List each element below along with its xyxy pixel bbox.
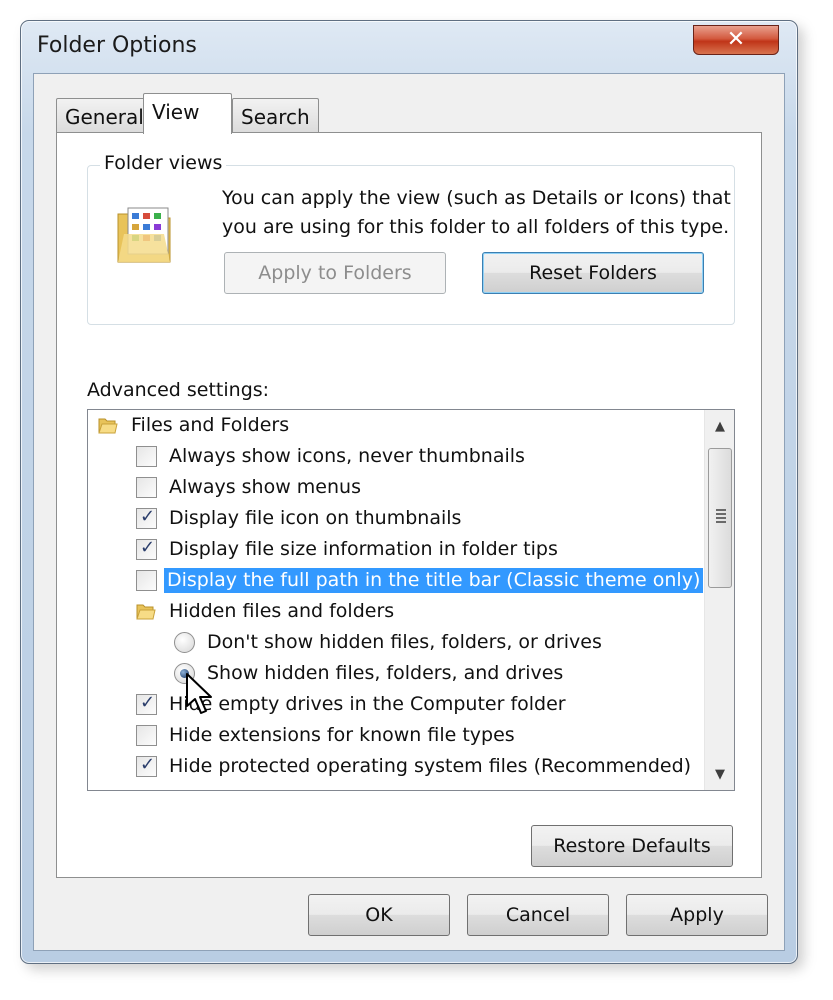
list-item[interactable]: Always show icons, never thumbnails xyxy=(88,441,700,472)
list-item-label: Hide extensions for known file types xyxy=(169,724,515,746)
list-item-label: Don't show hidden files, folders, or dri… xyxy=(207,631,602,653)
tab-view[interactable]: View xyxy=(143,93,232,134)
vertical-scrollbar[interactable]: ▲ ▼ xyxy=(704,410,734,790)
apply-button[interactable]: Apply xyxy=(626,894,768,936)
checkbox-checked[interactable]: ✓ xyxy=(136,754,157,777)
close-icon: ✕ xyxy=(726,27,746,52)
list-item[interactable]: ✓ Hide empty drives in the Computer fold… xyxy=(88,689,700,720)
list-item[interactable]: Don't show hidden files, folders, or dri… xyxy=(88,627,700,658)
list-item-label: Always show icons, never thumbnails xyxy=(169,445,525,467)
list-item-label: Show hidden files, folders, and drives xyxy=(207,662,564,684)
grip-icon xyxy=(716,509,726,525)
list-item[interactable]: Hide extensions for known file types xyxy=(88,720,700,751)
folder-views-group: Folder views You can apply the view (suc… xyxy=(87,152,735,325)
list-item-label: Hide protected operating system files (R… xyxy=(169,755,692,777)
checkmark-icon: ✓ xyxy=(140,537,156,558)
tree-node-label: Files and Folders xyxy=(131,414,290,436)
checkbox[interactable] xyxy=(136,446,157,467)
checkmark-icon: ✓ xyxy=(140,692,156,713)
radio-button[interactable] xyxy=(174,632,195,653)
cancel-button[interactable]: Cancel xyxy=(467,894,609,936)
checkbox[interactable] xyxy=(136,477,157,498)
tree-node-label: Hidden files and folders xyxy=(169,600,395,622)
tab-search[interactable]: Search xyxy=(232,98,319,132)
checkmark-icon: ✓ xyxy=(140,754,156,775)
advanced-settings-list[interactable]: Files and Folders Always show icons, nev… xyxy=(87,409,735,791)
ok-button[interactable]: OK xyxy=(308,894,450,936)
checkmark-icon: ✓ xyxy=(140,506,156,527)
folder-view-icon xyxy=(117,207,171,263)
reset-folders-button[interactable]: Reset Folders xyxy=(482,252,704,294)
list-item-selected[interactable]: Display the full path in the title bar (… xyxy=(88,565,704,596)
window-title: Folder Options xyxy=(37,33,197,58)
scroll-down-icon[interactable]: ▼ xyxy=(705,760,734,790)
checkbox[interactable] xyxy=(136,570,157,591)
folder-icon xyxy=(98,418,118,434)
folder-icon xyxy=(136,604,156,620)
restore-defaults-button[interactable]: Restore Defaults xyxy=(531,825,733,867)
tree-node-files-and-folders[interactable]: Files and Folders xyxy=(88,410,700,441)
apply-to-folders-button[interactable]: Apply to Folders xyxy=(224,252,446,294)
folder-options-window: Folder Options ✕ General View Search Fol… xyxy=(20,20,798,964)
dialog-client-area: General View Search Folder views You can… xyxy=(33,73,785,951)
list-item-label: Display file icon on thumbnails xyxy=(169,507,462,529)
folder-views-description: You can apply the view (such as Details … xyxy=(222,187,731,238)
folder-views-legend: Folder views xyxy=(100,152,227,174)
checkbox-checked[interactable]: ✓ xyxy=(136,506,157,529)
list-item-label: Display the full path in the title bar (… xyxy=(164,568,704,593)
checkbox-checked[interactable]: ✓ xyxy=(136,537,157,560)
tab-general[interactable]: General xyxy=(56,98,153,132)
advanced-settings-label: Advanced settings: xyxy=(87,379,270,401)
checkbox-checked[interactable]: ✓ xyxy=(136,692,157,715)
tree-node-hidden-files[interactable]: Hidden files and folders xyxy=(88,596,700,627)
list-item-label: Hide empty drives in the Computer folder xyxy=(169,693,566,715)
list-item[interactable]: Show hidden files, folders, and drives xyxy=(88,658,700,689)
list-item[interactable]: ✓ Display file icon on thumbnails xyxy=(88,503,700,534)
close-button[interactable]: ✕ xyxy=(693,25,779,55)
list-item-label: Display file size information in folder … xyxy=(169,538,558,560)
list-item[interactable]: Always show menus xyxy=(88,472,700,503)
list-item[interactable]: ✓ Display file size information in folde… xyxy=(88,534,700,565)
checkbox[interactable] xyxy=(136,725,157,746)
view-tab-panel: Folder views You can apply the view (suc… xyxy=(56,132,762,878)
list-item[interactable]: ✓ Hide protected operating system files … xyxy=(88,751,700,782)
mouse-cursor-icon xyxy=(186,673,212,714)
scroll-up-icon[interactable]: ▲ xyxy=(705,412,734,442)
list-item-label: Always show menus xyxy=(169,476,361,498)
scrollbar-thumb[interactable] xyxy=(708,448,732,588)
